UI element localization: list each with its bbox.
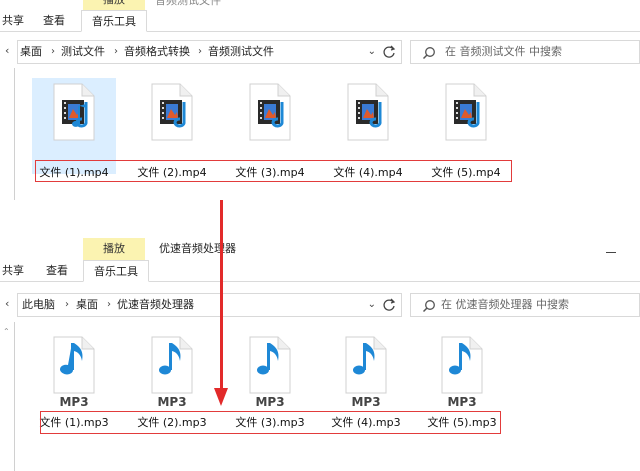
mp3-icon-label: MP3 [447,395,477,409]
breadcrumb-youshu-audio[interactable]: 优速音频处理器 [117,294,194,316]
search-placeholder: 在 音频测试文件 中搜索 [445,45,562,58]
highlight-box-output-files [40,411,501,434]
gap [0,200,640,238]
breadcrumb-this-pc[interactable]: 此电脑 [22,294,55,316]
video-audio-file-icon [151,83,193,141]
address-row: ‹ 此电脑 › 桌面 › 优速音频处理器 ⌄ 在 优速音频处理器 中搜索 [0,291,640,319]
address-bar[interactable]: 桌面 › 测试文件 › 音频格式转换 › 音频测试文件 ⌄ [17,40,402,64]
mp3-icon-label: MP3 [157,395,187,409]
window-title: 优速音频处理器 [159,242,236,255]
mp3-file-icon [441,336,483,394]
back-arrow-icon[interactable]: ‹ [5,45,17,57]
mp3-file-icon [53,336,95,394]
breadcrumb-test-files[interactable]: 测试文件 [61,41,105,63]
tab-share[interactable]: 共享 [2,10,24,32]
explorer-window-output: 播放 优速音频处理器 共享 查看 音乐工具 ‹ 此电脑 › 桌面 › 优速音频处… [0,238,640,471]
nav-pane-border [14,68,15,200]
refresh-icon[interactable] [381,297,397,313]
breadcrumb-separator-icon: › [51,46,55,57]
address-row: ‹ 桌面 › 测试文件 › 音频格式转换 › 音频测试文件 ⌄ 在 音频测试文件… [0,38,640,66]
chevron-down-icon[interactable]: ⌄ [368,41,376,63]
conversion-arrow [220,200,223,390]
mp3-icon-label: MP3 [59,395,89,409]
chevron-down-icon[interactable]: ⌄ [368,294,376,316]
ribbon-tabs: 共享 查看 音乐工具 [0,260,640,282]
explorer-window-source: 播放 音频测试文件 共享 查看 音乐工具 ‹ 桌面 › 测试文件 › 音频格式转… [0,0,640,200]
highlight-box-source-files [35,160,512,182]
tab-view[interactable]: 查看 [46,260,68,282]
breadcrumb-separator-icon: › [107,299,111,310]
breadcrumb-desktop[interactable]: 桌面 [20,41,42,63]
nav-pane-border [14,322,15,471]
tab-share[interactable]: 共享 [2,260,24,282]
mp3-icon-label: MP3 [255,395,285,409]
ribbon-tabs: 共享 查看 音乐工具 [0,10,640,32]
tab-music-tools[interactable]: 音乐工具 [81,10,147,32]
context-tab-play[interactable]: 播放 [83,238,145,260]
search-icon [422,47,435,60]
breadcrumb-audio-format[interactable]: 音频格式转换 [124,41,190,63]
tab-music-tools[interactable]: 音乐工具 [83,260,149,282]
address-bar[interactable]: 此电脑 › 桌面 › 优速音频处理器 ⌄ [17,293,402,317]
search-icon [422,300,435,313]
search-placeholder: 在 优速音频处理器 中搜索 [441,298,569,311]
mp3-icon-label: MP3 [351,395,381,409]
scroll-up-icon[interactable]: ⌃ [3,327,10,336]
mp3-file-icon [151,336,193,394]
mp3-file-icon [249,336,291,394]
breadcrumb-desktop[interactable]: 桌面 [76,294,98,316]
title-bar: 播放 优速音频处理器 [0,238,640,260]
breadcrumb-separator-icon: › [114,46,118,57]
mp3-file-icon [345,336,387,394]
breadcrumb-separator-icon: › [198,46,202,57]
video-audio-file-icon [53,83,95,141]
back-arrow-icon[interactable]: ‹ [5,298,17,310]
video-audio-file-icon [249,83,291,141]
refresh-icon[interactable] [381,44,397,60]
breadcrumb-audio-test[interactable]: 音频测试文件 [208,41,274,63]
search-input[interactable]: 在 优速音频处理器 中搜索 [410,293,640,317]
breadcrumb-separator-icon: › [65,299,69,310]
minimize-icon[interactable] [606,252,616,253]
video-audio-file-icon [347,83,389,141]
video-audio-file-icon [445,83,487,141]
context-tab-play[interactable]: 播放 [83,0,145,10]
search-input[interactable]: 在 音频测试文件 中搜索 [410,40,640,64]
arrow-head-icon [214,388,228,406]
tab-view[interactable]: 查看 [43,10,65,32]
